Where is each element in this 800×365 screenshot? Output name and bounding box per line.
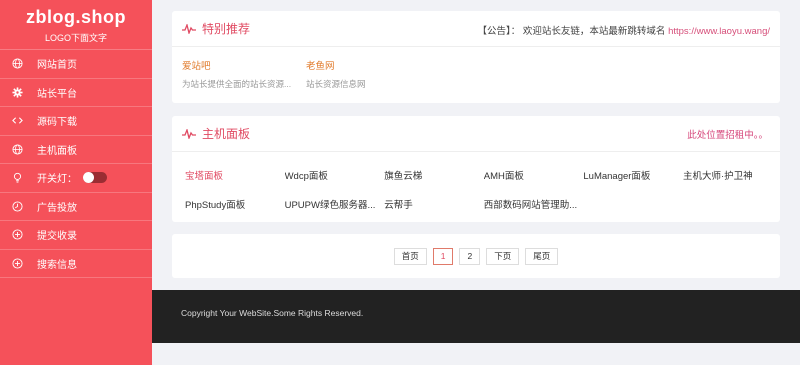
site-logo-title[interactable]: zblog.shop — [0, 0, 152, 28]
footer: Copyright Your WebSite.Some Rights Reser… — [152, 290, 800, 343]
sidebar-item-webmaster[interactable]: 站长平台 — [0, 79, 152, 107]
globe-icon — [11, 143, 23, 155]
hosting-grid: 宝塔面板 Wdcp面板 旗鱼云梯 AMH面板 LuManager面板 主机大师·… — [172, 152, 780, 218]
host-link-item[interactable]: 西部数码网站管理助... — [484, 189, 584, 218]
sidebar-item-source-download[interactable]: 源码下载 — [0, 107, 152, 136]
pulse-icon — [182, 128, 196, 139]
sidebar-item-search-info[interactable]: 搜索信息 — [0, 250, 152, 278]
clock-icon — [11, 200, 23, 212]
sidebar-item-home[interactable]: 网站首页 — [0, 50, 152, 79]
featured-item-name[interactable]: 老鱼网 — [306, 58, 426, 72]
gear-icon — [11, 86, 23, 98]
featured-item-desc: 为站长提供全面的站长资源... — [182, 79, 292, 89]
host-link-item[interactable]: 主机大师·护卫神 — [683, 160, 783, 189]
host-link-item[interactable]: 云帮手 — [384, 189, 484, 218]
host-link-item[interactable]: UPUPW绿色服务器... — [285, 189, 385, 218]
hosting-title: 主机面板 — [202, 127, 251, 141]
host-link-item[interactable]: 宝塔面板 — [185, 160, 285, 189]
globe-icon — [11, 58, 23, 70]
site-logo-subtitle: LOGO下面文字 — [44, 33, 107, 43]
hosting-card: 主机面板 此处位置招租中。。 宝塔面板 Wdcp面板 旗鱼云梯 AMH面板 Lu… — [172, 116, 780, 222]
main-content: 特别推荐 【公告】： 欢迎站长友链，本站最新跳转域名 https://www.l… — [152, 0, 800, 365]
featured-card: 特别推荐 【公告】： 欢迎站长友链，本站最新跳转域名 https://www.l… — [172, 11, 780, 103]
sidebar-item-label: 站长平台 — [37, 88, 77, 100]
featured-title: 特别推荐 — [202, 22, 251, 36]
copyright-text: Copyright Your WebSite.Some Rights Reser… — [181, 308, 364, 318]
plus-circle-icon — [11, 229, 23, 241]
sidebar-item-label: 开关灯： — [37, 174, 77, 186]
host-link-item[interactable]: 旗鱼云梯 — [384, 160, 484, 189]
sidebar-item-label: 主机面板 — [37, 145, 77, 157]
lightbulb-icon — [11, 172, 23, 184]
pulse-icon — [182, 23, 196, 34]
code-icon — [11, 115, 23, 127]
pagination-card: 首页 1 2 下页 尾页 — [172, 234, 780, 278]
pagination: 首页 1 2 下页 尾页 — [172, 234, 780, 278]
notice-link[interactable]: https://www.laoyu.wang/ — [668, 26, 770, 37]
light-toggle[interactable] — [83, 172, 107, 184]
featured-item-desc: 站长资源信息网 — [306, 79, 366, 89]
next-page-button[interactable]: 下页 — [486, 247, 520, 265]
notice-bar: 【公告】： 欢迎站长友链，本站最新跳转域名 https://www.laoyu.… — [478, 23, 770, 37]
sidebar-item-label: 提交收录 — [37, 231, 77, 243]
toggle-knob — [83, 172, 94, 184]
host-link-item[interactable]: Wdcp面板 — [285, 160, 385, 189]
featured-item-name[interactable]: 爱站吧 — [182, 58, 302, 72]
sidebar-item-advertising[interactable]: 广告投放 — [0, 193, 152, 221]
page-1-button[interactable]: 1 — [432, 247, 454, 265]
sidebar-item-light-switch: 开关灯： — [0, 164, 152, 193]
brand: zblog.shop LOGO下面文字 — [0, 0, 152, 50]
sidebar-item-label: 网站首页 — [37, 60, 77, 72]
first-page-button[interactable]: 首页 — [393, 247, 427, 265]
sidebar-item-label: 搜索信息 — [37, 259, 77, 271]
notice-text: 【公告】： 欢迎站长友链，本站最新跳转域名 — [477, 26, 669, 37]
sidebar-item-label: 源码下载 — [37, 117, 77, 129]
list-item[interactable]: 爱站吧 为站长提供全面的站长资源... — [182, 58, 302, 90]
sidebar-item-submit[interactable]: 提交收录 — [0, 221, 152, 250]
page-2-button[interactable]: 2 — [459, 247, 481, 265]
last-page-button[interactable]: 尾页 — [525, 247, 559, 265]
sidebar-item-label: 广告投放 — [37, 202, 77, 214]
sidebar: zblog.shop LOGO下面文字 网站首页 站长平台 源码下载 主机面板 … — [0, 0, 152, 365]
host-link-item[interactable]: AMH面板 — [484, 160, 584, 189]
hosting-card-header: 主机面板 此处位置招租中。。 — [172, 116, 780, 152]
featured-card-header: 特别推荐 【公告】： 欢迎站长友链，本站最新跳转域名 https://www.l… — [172, 11, 780, 47]
list-item[interactable]: 老鱼网 站长资源信息网 — [306, 58, 426, 90]
plus-circle-icon — [11, 257, 23, 269]
host-link-item[interactable]: LuManager面板 — [583, 160, 683, 189]
sidebar-item-host-panel[interactable]: 主机面板 — [0, 136, 152, 164]
ad-slot-link[interactable]: 此处位置招租中。。 — [687, 127, 768, 141]
host-link-item[interactable]: PhpStudy面板 — [185, 189, 285, 218]
featured-list: 爱站吧 为站长提供全面的站长资源... 老鱼网 站长资源信息网 — [172, 47, 780, 90]
